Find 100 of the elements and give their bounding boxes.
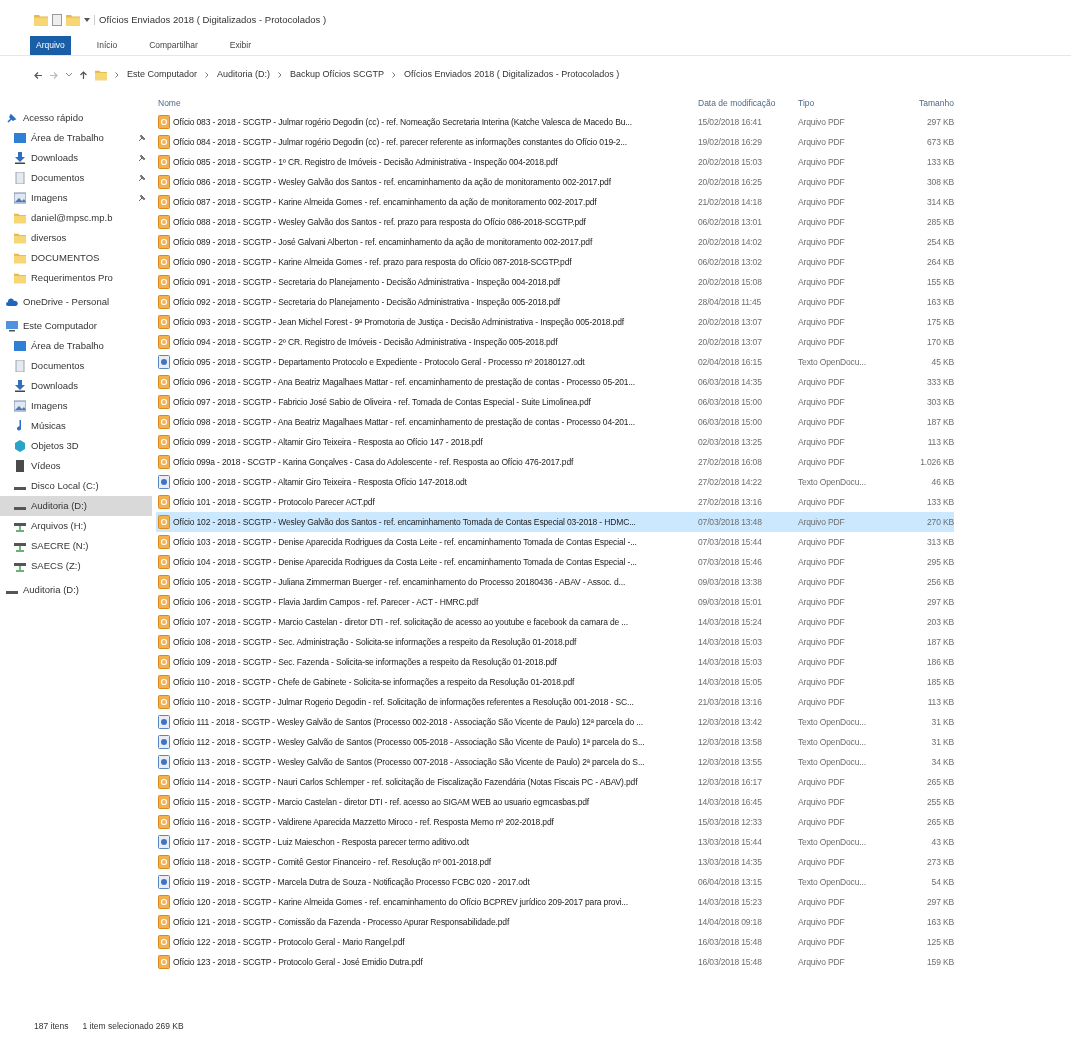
sidebar-item[interactable]: Músicas	[0, 416, 152, 436]
file-row[interactable]: Ofício 103 - 2018 - SCGTP - Denise Aparecida Rodrigues da Costa Leite - ref. encaminhamento Tomada de Contas Especial -... 07/03/2018 15:44 Arquivo PDF 313 KB	[156, 532, 954, 552]
sidebar-item[interactable]: Downloads	[0, 148, 152, 168]
sidebar-item[interactable]: SAECS (Z:)	[0, 556, 152, 576]
cloud-icon	[6, 296, 18, 308]
file-row[interactable]: Ofício 111 - 2018 - SCGTP - Wesley Galvão de Santos (Processo 002-2018 - Associação São Vicente de Paulo) 12ª parcela do ... 12/03/2018 13:42 Texto OpenDocu... 31 KB	[156, 712, 954, 732]
file-row[interactable]: Ofício 086 - 2018 - SCGTP - Wesley Galvão dos Santos - ref. encaminhamento da ação de monitoramento 002-2017.pdf 20/02/2018 16:25 Arquivo PDF 308 KB	[156, 172, 954, 192]
sidebar-item[interactable]: Downloads	[0, 376, 152, 396]
sidebar-item[interactable]: OneDrive - Personal	[0, 292, 152, 312]
dropdown-arrow-icon[interactable]	[84, 18, 90, 22]
file-row[interactable]: Ofício 091 - 2018 - SCGTP - Secretaria do Planejamento - Decisão Administrativa - Inspeção 004-2018.pdf 20/02/2018 15:08 Arquivo PDF 155 KB	[156, 272, 954, 292]
sidebar-item[interactable]: Auditoria (D:)	[0, 496, 152, 516]
modified-date: 14/04/2018 09:18	[698, 915, 763, 929]
file-row[interactable]: Ofício 097 - 2018 - SCGTP - Fabricio José Sabio de Oliveira - ref. Tomada de Contas Especial - Suite Limolinea.pdf 06/03/2018 15:00 Arquivo PDF 303 KB	[156, 392, 954, 412]
back-arrow-icon[interactable]	[34, 71, 42, 79]
file-row[interactable]: Ofício 108 - 2018 - SCGTP - Sec. Administração - Solicita-se informações a respeito da Resolução 01-2018.pdf 14/03/2018 15:03 Arquivo PDF 187 KB	[156, 632, 954, 652]
up-arrow-icon[interactable]	[80, 71, 87, 79]
ribbon-tab[interactable]: Exibir	[223, 36, 258, 55]
sidebar-item[interactable]: Requerimentos Pro	[0, 268, 152, 288]
sidebar-item[interactable]: Auditoria (D:)	[0, 580, 152, 600]
file-row[interactable]: Ofício 120 - 2018 - SCGTP - Karine Almeida Gomes - ref. encaminhamento do Ofício BCPREV jurídico 209-2017 para provi... 14/03/2018 15:23 Arquivo PDF 297 KB	[156, 892, 954, 912]
sidebar-item[interactable]: Objetos 3D	[0, 436, 152, 456]
sidebar-item[interactable]: Documentos	[0, 168, 152, 188]
sidebar-item[interactable]: Este Computador	[0, 316, 152, 336]
file-row[interactable]: Ofício 094 - 2018 - SCGTP - 2º CR. Registro de Imóveis - Decisão Administrativa - Inspeção 005-2018.pdf 20/02/2018 13:07 Arquivo PDF 170 KB	[156, 332, 954, 352]
file-row[interactable]: Ofício 095 - 2018 - SCGTP - Departamento Protocolo e Expediente - Protocolo Geral - Processo nº 20180127.odt 02/04/2018 16:15 Texto OpenDocu... 45 KB	[156, 352, 954, 372]
file-row[interactable]: Ofício 117 - 2018 - SCGTP - Luiz Maieschon - Resposta parecer termo aditivo.odt 13/03/2018 15:44 Texto OpenDocu... 43 KB	[156, 832, 954, 852]
sidebar-item[interactable]: SAECRE (N:)	[0, 536, 152, 556]
file-type: Arquivo PDF	[798, 335, 846, 349]
file-row[interactable]: Ofício 092 - 2018 - SCGTP - Secretaria do Planejamento - Decisão Administrativa - Inspeção 005-2018.pdf 28/04/2018 11:45 Arquivo PDF 163 KB	[156, 292, 954, 312]
file-type: Arquivo PDF	[798, 175, 846, 189]
column-header[interactable]: Data de modificação	[698, 96, 798, 110]
sidebar-item[interactable]: Área de Trabalho	[0, 128, 152, 148]
modified-date: 20/02/2018 15:08	[698, 275, 763, 289]
sidebar-item[interactable]: DOCUMENTOS	[0, 248, 152, 268]
sidebar-item[interactable]: diversos	[0, 228, 152, 248]
file-row[interactable]: Ofício 116 - 2018 - SCGTP - Valdirene Aparecida Mazzetto Miroco - ref. Resposta Memo nº 202-2018.pdf 15/03/2018 12:33 Arquivo PDF 265 KB	[156, 812, 954, 832]
file-type: Arquivo PDF	[798, 575, 846, 589]
modified-date: 21/02/2018 14:18	[698, 195, 763, 209]
sidebar-item[interactable]: Área de Trabalho	[0, 336, 152, 356]
file-row[interactable]: Ofício 113 - 2018 - SCGTP - Wesley Galvão de Santos (Processo 007-2018 - Associação São Vicente de Paulo) 2ª parcela do S... 12/03/2018 13:55 Texto OpenDocu... 34 KB	[156, 752, 954, 772]
sidebar-item[interactable]: Documentos	[0, 356, 152, 376]
column-header[interactable]: Nome	[156, 96, 698, 110]
file-row[interactable]: Ofício 104 - 2018 - SCGTP - Denise Aparecida Rodrigues da Costa Leite - ref. encaminhamento Tomada de Contas Especial -... 07/03/2018 15:46 Arquivo PDF 295 KB	[156, 552, 954, 572]
modified-date: 20/02/2018 13:07	[698, 335, 763, 349]
breadcrumb-item[interactable]: Auditoria (D:)	[217, 68, 271, 82]
file-row[interactable]: Ofício 100 - 2018 - SCGTP - Altamir Giro Teixeira - Resposta Ofício 147-2018.odt 27/02/2018 14:22 Texto OpenDocu... 46 KB	[156, 472, 954, 492]
file-row[interactable]: Ofício 106 - 2018 - SCGTP - Flavia Jardim Campos - ref. Parecer - ACT - HMRC.pdf 09/03/2018 15:01 Arquivo PDF 297 KB	[156, 592, 954, 612]
file-row[interactable]: Ofício 107 - 2018 - SCGTP - Marcio Castelan - diretor DTI - ref. solicitação de acesso ao youtube e facebook da camara de ... 14/03/2018 15:24 Arquivo PDF 203 KB	[156, 612, 954, 632]
pdf-file-icon	[158, 315, 170, 329]
file-row[interactable]: Ofício 099a - 2018 - SCGTP - Karina Gonçalves - Casa do Adolescente - ref. Resposta ao Ofício 476-2017.pdf 27/02/2018 16:08 Arquivo PDF 1.026 KB	[156, 452, 954, 472]
file-row[interactable]: Ofício 083 - 2018 - SCGTP - Julmar rogério Degodin (cc) - ref. Nomeação Secretaria Interina (Katche Valesca de Macedo Bu... 15/02/2018 16:41 Arquivo PDF 297 KB	[156, 112, 954, 132]
file-name: Ofício 108 - 2018 - SCGTP - Sec. Administração - Solicita-se informações a respeito da Resolução 01-2018.pdf	[173, 635, 577, 649]
column-header[interactable]: Tamanho	[884, 96, 954, 110]
chevron-icon	[115, 72, 119, 78]
file-row[interactable]: Ofício 096 - 2018 - SCGTP - Ana Beatriz Magalhaes Mattar - ref. encaminhamento de prestação de contas - Processo 05-201... 06/03/2018 14:35 Arquivo PDF 333 KB	[156, 372, 954, 392]
breadcrumb-item[interactable]: Este Computador	[127, 68, 198, 82]
file-row[interactable]: Ofício 114 - 2018 - SCGTP - Nauri Carlos Schlemper - ref. solicitação de Fiscalização Fazendária (Notas Fiscais PC - ABAV).pdf 12/03/2018 16:17 Arquivo PDF 265 KB	[156, 772, 954, 792]
file-row[interactable]: Ofício 085 - 2018 - SCGTP - 1º CR. Registro de Imóveis - Decisão Administrativa - Inspeção 004-2018.pdf 20/02/2018 15:03 Arquivo PDF 133 KB	[156, 152, 954, 172]
ribbon-tab[interactable]: Arquivo	[30, 36, 71, 55]
sidebar-item[interactable]: Acesso rápido	[0, 108, 152, 128]
file-row[interactable]: Ofício 105 - 2018 - SCGTP - Juliana Zimmerman Buerger - ref. encaminhamento do Processo 20180436 - ABAV - Assoc. d... 09/03/2018 13:38 Arquivo PDF 256 KB	[156, 572, 954, 592]
sidebar-item[interactable]: Disco Local (C:)	[0, 476, 152, 496]
sidebar-item[interactable]: Imagens	[0, 396, 152, 416]
sidebar-item[interactable]: daniel@mpsc.mp.b	[0, 208, 152, 228]
file-row[interactable]: Ofício 101 - 2018 - SCGTP - Protocolo Parecer ACT.pdf 27/02/2018 13:16 Arquivo PDF 133 KB	[156, 492, 954, 512]
chevron-icon	[392, 72, 397, 78]
file-row[interactable]: Ofício 112 - 2018 - SCGTP - Wesley Galvão de Santos (Processo 005-2018 - Associação São Vicente de Paulo) 1ª parcela do S... 12/03/2018 13:58 Texto OpenDocu... 31 KB	[156, 732, 954, 752]
ribbon-tab[interactable]: Compartilhar	[143, 36, 204, 55]
file-row[interactable]: Ofício 121 - 2018 - SCGTP - Comissão da Fazenda - Processo Apurar Responsabilidade.pdf 14/04/2018 09:18 Arquivo PDF 163 KB	[156, 912, 954, 932]
file-row[interactable]: Ofício 118 - 2018 - SCGTP - Comitê Gestor Financeiro - ref. Resolução nº 001-2018.pdf 13/03/2018 14:35 Arquivo PDF 273 KB	[156, 852, 954, 872]
download-icon	[14, 152, 26, 164]
modified-date: 14/03/2018 15:24	[698, 615, 763, 629]
file-name: Ofício 084 - 2018 - SCGTP - Julmar rogério Degodin (cc) - ref. parecer referente as informações constantes do Ofício 019-2...	[173, 135, 627, 149]
file-row[interactable]: Ofício 084 - 2018 - SCGTP - Julmar rogério Degodin (cc) - ref. parecer referente as informações constantes do Ofício 019-2... 19/02/2018 16:29 Arquivo PDF 673 KB	[156, 132, 954, 152]
ribbon-tab[interactable]: Início	[90, 36, 124, 55]
file-row[interactable]: Ofício 110 - 2018 - SCGTP - Julmar Rogerio Degodin - ref. Solicitação de informações referentes a Resolução 001-2018 - SC... 21/03/2018 13:16 Arquivo PDF 113 KB	[156, 692, 954, 712]
file-row[interactable]: Ofício 119 - 2018 - SCGTP - Marcela Dutra de Souza - Notificação Processo FCBC 020 - 2017.odt 06/04/2018 13:15 Texto OpenDocu... 54 KB	[156, 872, 954, 892]
file-row[interactable]: Ofício 099 - 2018 - SCGTP - Altamir Giro Teixeira - Resposta ao Ofício 147 - 2018.pdf 02/03/2018 13:25 Arquivo PDF 113 KB	[156, 432, 954, 452]
file-row[interactable]: Ofício 088 - 2018 - SCGTP - Wesley Galvão dos Santos - ref. prazo para resposta do Ofício 086-2018-SCGTP.pdf 06/02/2018 13:01 Arquivo PDF 285 KB	[156, 212, 954, 232]
breadcrumb-item[interactable]: Ofícios Enviados 2018 ( Digitalizados - Protocolados )	[404, 68, 620, 82]
file-row[interactable]: Ofício 089 - 2018 - SCGTP - José Galvani Alberton - ref. encaminhamento da ação de monitoramento 002-2017.pdf 20/02/2018 14:02 Arquivo PDF 254 KB	[156, 232, 954, 252]
file-row[interactable]: Ofício 123 - 2018 - SCGTP - Protocolo Geral - José Emidio Dutra.pdf 16/03/2018 15:48 Arquivo PDF 159 KB	[156, 952, 954, 972]
file-row[interactable]: Ofício 109 - 2018 - SCGTP - Sec. Fazenda - Solicita-se informações a respeito da Resolução 01-2018.pdf 14/03/2018 15:03 Arquivo PDF 186 KB	[156, 652, 954, 672]
file-type: Arquivo PDF	[798, 155, 846, 169]
pdf-file-icon	[158, 675, 170, 689]
file-name: Ofício 102 - 2018 - SCGTP - Wesley Galvão dos Santos - ref. encaminhamento Tomada de Contas Especial 03-2018 - HDMC...	[173, 515, 636, 529]
file-row[interactable]: Ofício 087 - 2018 - SCGTP - Karine Almeida Gomes - ref. encaminhamento da ação de monitoramento 002-2017.pdf 21/02/2018 14:18 Arquivo PDF 314 KB	[156, 192, 954, 212]
file-row[interactable]: Ofício 110 - 2018 - SCGTP - Chefe de Gabinete - Solicita-se informações a respeito da Resolução 01-2018.pdf 14/03/2018 15:05 Arquivo PDF 185 KB	[156, 672, 954, 692]
breadcrumb-item[interactable]: Backup Ofícios SCGTP	[290, 68, 385, 82]
sidebar-item[interactable]: Imagens	[0, 188, 152, 208]
file-row[interactable]: Ofício 122 - 2018 - SCGTP - Protocolo Geral - Mario Rangel.pdf 16/03/2018 15:48 Arquivo PDF 125 KB	[156, 932, 954, 952]
file-row[interactable]: Ofício 090 - 2018 - SCGTP - Karine Almeida Gomes - ref. prazo para resposta do Ofício 087-2018-SCGTP.pdf 06/02/2018 13:02 Arquivo PDF 264 KB	[156, 252, 954, 272]
file-row[interactable]: Ofício 098 - 2018 - SCGTP - Ana Beatriz Magalhaes Mattar - ref. encaminhamento de prestação de contas - Processo 04-201... 06/03/2018 15:00 Arquivo PDF 187 KB	[156, 412, 954, 432]
sidebar-item[interactable]: Vídeos	[0, 456, 152, 476]
file-row[interactable]: Ofício 102 - 2018 - SCGTP - Wesley Galvão dos Santos - ref. encaminhamento Tomada de Contas Especial 03-2018 - HDMC... 07/03/2018 13:48 Arquivo PDF 270 KB	[156, 512, 954, 532]
column-header[interactable]: Tipo	[798, 96, 884, 110]
sidebar-item[interactable]: Arquivos (H:)	[0, 516, 152, 536]
file-row[interactable]: Ofício 093 - 2018 - SCGTP - Jean Michel Forest - 9ª Promotoria de Justiça - Decisão Administrativa - Inspeção 005-2018.pdf 20/02/2018 13:07 Arquivo PDF 175 KB	[156, 312, 954, 332]
file-row[interactable]: Ofício 115 - 2018 - SCGTP - Marcio Castelan - diretor DTI - ref. acesso ao SIGAM WEB ao usuario egmcasbas.pdf 14/03/2018 16:45 Arquivo PDF 255 KB	[156, 792, 954, 812]
